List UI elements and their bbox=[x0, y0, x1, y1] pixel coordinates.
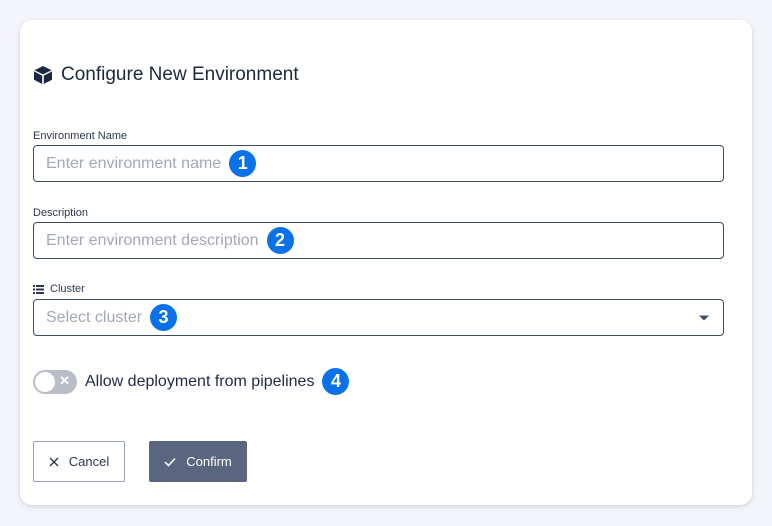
cube-icon bbox=[33, 65, 53, 85]
description-label: Description bbox=[33, 207, 89, 219]
dialog-header: Configure New Environment bbox=[33, 64, 299, 86]
chevron-down-icon[interactable] bbox=[699, 315, 709, 320]
list-icon bbox=[33, 284, 44, 294]
cluster-placeholder: Select cluster bbox=[46, 308, 143, 326]
confirm-label: Confirm bbox=[186, 454, 232, 469]
pipeline-deployment-label: Allow deployment from pipelines bbox=[85, 372, 315, 390]
configure-environment-dialog: Configure New Environment Environment Na… bbox=[20, 20, 752, 505]
cancel-label: Cancel bbox=[68, 454, 110, 469]
step-marker-4: 4 bbox=[322, 368, 350, 395]
close-icon: ✕ bbox=[59, 372, 70, 388]
cluster-label: Cluster bbox=[50, 283, 85, 295]
environment-name-placeholder: Enter environment name bbox=[46, 154, 222, 172]
checkmark-icon bbox=[164, 457, 176, 467]
cluster-select[interactable]: Select cluster 3 bbox=[33, 299, 724, 336]
environment-name-input[interactable]: Enter environment name 1 bbox=[33, 145, 724, 182]
step-marker-3: 3 bbox=[150, 304, 178, 331]
pipeline-deployment-toggle[interactable]: ✕ bbox=[33, 369, 77, 394]
confirm-button[interactable]: Confirm bbox=[149, 441, 247, 482]
cluster-label-row: Cluster bbox=[33, 283, 85, 295]
step-marker-1: 1 bbox=[229, 150, 257, 177]
toggle-knob bbox=[35, 371, 55, 392]
description-input[interactable]: Enter environment description 2 bbox=[33, 222, 724, 259]
close-icon bbox=[49, 457, 59, 467]
description-placeholder: Enter environment description bbox=[46, 231, 259, 249]
environment-name-label: Environment Name bbox=[33, 130, 128, 142]
pipeline-deployment-toggle-row: ✕ Allow deployment from pipelines 4 bbox=[33, 368, 350, 395]
step-marker-2: 2 bbox=[266, 227, 294, 254]
cancel-button[interactable]: Cancel bbox=[33, 441, 125, 482]
dialog-title: Configure New Environment bbox=[61, 64, 299, 85]
